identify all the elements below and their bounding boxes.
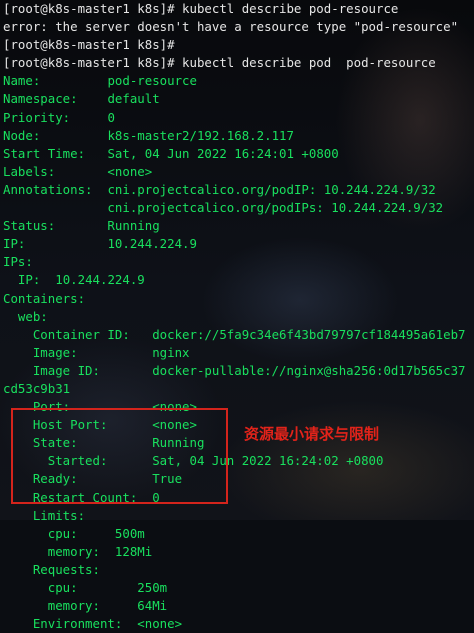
terminal-line-32: Requests: — [3, 561, 100, 577]
terminal-line-6: Namespace: default — [3, 91, 160, 107]
terminal-line-19: Container ID: docker://5fa9c34e6f43bd797… — [3, 326, 466, 342]
terminal-line-16: IP: 10.244.224.9 — [3, 272, 145, 288]
terminal-line-4: [root@k8s-master1 k8s]# kubectl describe… — [3, 55, 436, 71]
terminal-line-34: memory: 64Mi — [3, 598, 168, 614]
terminal-line-11: Annotations: cni.projectcalico.org/podIP… — [3, 181, 436, 197]
terminal-line-35: Environment: <none> — [3, 616, 183, 632]
terminal-line-17: Containers: — [3, 290, 86, 306]
terminal-line-2: error: the server doesn't have a resourc… — [3, 19, 459, 35]
terminal-line-9: Start Time: Sat, 04 Jun 2022 16:24:01 +0… — [3, 145, 339, 161]
terminal-line-29: Limits: — [3, 507, 86, 523]
terminal-line-5: Name: pod-resource — [3, 73, 197, 89]
terminal-line-10: Labels: <none> — [3, 163, 153, 179]
resource-highlight-box — [11, 408, 228, 504]
terminal-line-1: [root@k8s-master1 k8s]# kubectl describe… — [3, 1, 399, 16]
terminal-line-31: memory: 128Mi — [3, 543, 153, 559]
terminal-line-22: cd53c9b31 — [3, 380, 71, 396]
terminal-line-14: IP: 10.244.224.9 — [3, 236, 197, 252]
terminal-line-20: Image: nginx — [3, 344, 190, 360]
terminal-line-15: IPs: — [3, 254, 33, 270]
terminal-line-7: Priority: 0 — [3, 109, 115, 125]
resource-annotation-note: 资源最小请求与限制 — [244, 425, 380, 443]
terminal-line-12: cni.projectcalico.org/podIPs: 10.244.224… — [3, 200, 444, 216]
terminal-line-21: Image ID: docker-pullable://nginx@sha256… — [3, 362, 466, 378]
terminal-line-13: Status: Running — [3, 218, 160, 234]
terminal-line-8: Node: k8s-master2/192.168.2.117 — [3, 127, 294, 143]
terminal-line-18: web: — [3, 308, 48, 324]
terminal-line-30: cpu: 500m — [3, 525, 145, 541]
terminal-line-3: [root@k8s-master1 k8s]# — [3, 37, 175, 53]
terminal-line-33: cpu: 250m — [3, 580, 168, 595]
